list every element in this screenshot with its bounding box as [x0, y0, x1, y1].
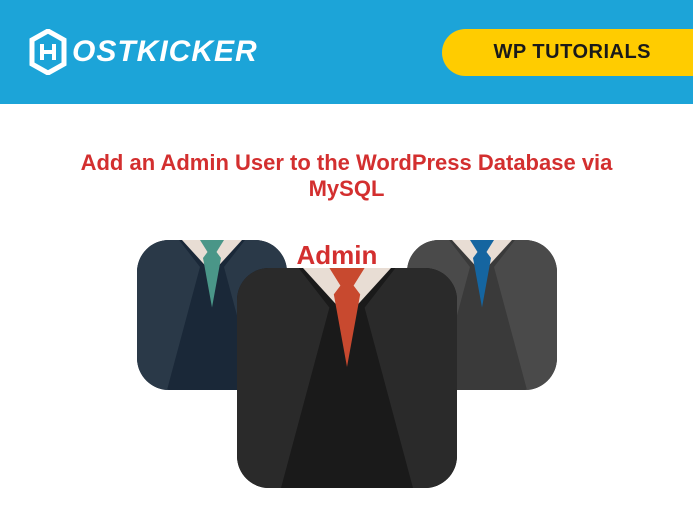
- header: OSTKICKER WP TUTORIALS: [0, 0, 693, 104]
- logo-text: OSTKICKER: [72, 35, 258, 69]
- page-title: Add an Admin User to the WordPress Datab…: [40, 150, 653, 202]
- person-center-icon: [237, 268, 457, 488]
- tutorials-badge: WP TUTORIALS: [442, 29, 693, 76]
- figures-illustration: Admin: [137, 240, 557, 510]
- content: Add an Admin User to the WordPress Datab…: [0, 104, 693, 510]
- logo-hexagon-icon: [28, 29, 68, 75]
- admin-label: Admin: [297, 240, 378, 271]
- logo: OSTKICKER: [28, 29, 258, 75]
